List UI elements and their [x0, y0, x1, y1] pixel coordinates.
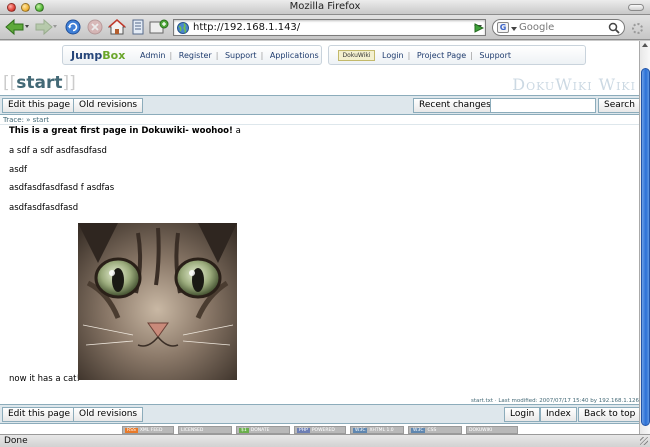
bottom-button-bar: Edit this page Old revisions Login Index… — [0, 404, 639, 424]
bookmarks-icon — [132, 19, 144, 35]
dokuwiki-badge[interactable]: DOKUWIKI — [466, 426, 518, 434]
dokuwiki-project-page-link[interactable]: Project Page — [417, 51, 466, 60]
wiki-search-button[interactable]: Search — [598, 98, 639, 113]
activity-throbber-icon — [632, 23, 643, 34]
url-text[interactable]: http://192.168.1.143/ — [193, 22, 300, 33]
search-engine-icon[interactable]: G — [497, 22, 509, 33]
jumpbox-logo[interactable]: JumpBox — [71, 49, 125, 62]
dokuwiki-nav: DokuWiki Login | Project Page | Support — [328, 45, 586, 65]
old-revisions-button[interactable]: Old revisions — [73, 98, 144, 113]
globe-icon — [177, 22, 189, 34]
forward-arrow-icon — [35, 18, 57, 36]
forward-button[interactable] — [33, 18, 59, 36]
cat-image[interactable] — [78, 223, 237, 380]
resize-grip-icon[interactable] — [640, 437, 648, 445]
wiki-title[interactable]: DokuWiki Wiki — [512, 75, 636, 94]
url-bar[interactable]: http://192.168.1.143/ — [173, 19, 486, 36]
stop-button[interactable] — [86, 18, 104, 36]
content-paragraph: This is a great first page in Dokuwiki- … — [9, 126, 241, 136]
back-button[interactable] — [3, 18, 31, 36]
toolbar-toggle-icon[interactable] — [628, 4, 644, 11]
dokuwiki-links: Login | Project Page | Support — [382, 51, 511, 60]
page-viewport: JumpBox Admin | Register | Support | Applic… — [0, 41, 639, 434]
wiki-search-input[interactable] — [490, 98, 596, 113]
recent-changes-button[interactable]: Recent changes — [413, 98, 497, 113]
page-title[interactable]: [[start]] — [3, 73, 76, 93]
license-badge[interactable]: LICENSED — [178, 426, 232, 434]
stop-icon — [87, 19, 103, 35]
bookmarks-button[interactable] — [131, 18, 145, 36]
navigation-toolbar: http://192.168.1.143/ G Google — [0, 15, 650, 40]
status-text: Done — [4, 436, 28, 446]
new-tab-button[interactable] — [149, 18, 169, 36]
jumpbox-nav: JumpBox Admin | Register | Support | Applic… — [62, 45, 322, 65]
vertical-scrollbar[interactable] — [639, 41, 650, 434]
donate-badge[interactable]: $1 DONATE — [236, 426, 290, 434]
web-search-box[interactable]: G Google — [492, 19, 625, 36]
home-icon — [108, 19, 126, 35]
jumpbox-links: Admin | Register | Support | Applications — [140, 51, 319, 60]
jumpbox-support-link[interactable]: Support — [225, 51, 257, 60]
old-revisions-button-bottom[interactable]: Old revisions — [73, 407, 144, 422]
search-engine-dropdown-icon[interactable] — [511, 27, 517, 31]
content-paragraph: a sdf a sdf asdfasdfasd — [9, 146, 107, 156]
window-title: Mozilla Firefox — [289, 1, 361, 12]
search-icon[interactable] — [608, 22, 620, 34]
footer-badges: RSS XML FEED LICENSED $1 DONATE PHP POWERED… — [0, 426, 639, 434]
breadcrumb[interactable]: Trace: » start — [3, 116, 49, 124]
top-button-bar: Edit this page Old revisions Recent chan… — [0, 95, 639, 115]
window-titlebar: Mozilla Firefox — [0, 0, 650, 15]
cat-photo-icon — [78, 223, 237, 380]
login-button[interactable]: Login — [504, 407, 541, 422]
xhtml-badge[interactable]: W3C XHTML 1.0 — [350, 426, 404, 434]
edit-page-button[interactable]: Edit this page — [2, 98, 77, 113]
jumpbox-register-link[interactable]: Register — [179, 51, 212, 60]
edit-page-button-bottom[interactable]: Edit this page — [2, 407, 77, 422]
css-badge[interactable]: W3C CSS — [408, 426, 462, 434]
back-arrow-icon — [5, 18, 29, 36]
reload-button[interactable] — [64, 18, 82, 36]
jumpbox-admin-link[interactable]: Admin — [140, 51, 166, 60]
status-bar: Done — [0, 434, 650, 447]
content-paragraph: asdfasdfasdfasd — [9, 203, 79, 213]
breadcrumb-divider — [0, 124, 639, 125]
new-tab-icon — [149, 19, 169, 34]
index-button[interactable]: Index — [540, 407, 577, 422]
go-arrow-icon — [474, 22, 484, 33]
back-to-top-button[interactable]: Back to top — [578, 407, 639, 422]
scrollbar-thumb[interactable] — [641, 68, 650, 426]
content-paragraph: asdf — [9, 165, 28, 175]
content-paragraph: now it has a cat! — [9, 374, 80, 384]
dokuwiki-login-link[interactable]: Login — [382, 51, 404, 60]
php-powered-badge[interactable]: PHP POWERED — [294, 426, 346, 434]
home-button[interactable] — [108, 18, 126, 36]
reload-icon — [65, 19, 81, 35]
dokuwiki-logo[interactable]: DokuWiki — [338, 50, 375, 61]
jumpbox-applications-link[interactable]: Applications — [270, 51, 319, 60]
dokuwiki-support-link[interactable]: Support — [479, 51, 511, 60]
rss-feed-badge[interactable]: RSS XML FEED — [122, 426, 174, 434]
search-placeholder[interactable]: Google — [519, 22, 554, 33]
go-button[interactable] — [472, 19, 486, 36]
content-paragraph: asdfasdfasdfasd f asdfas — [9, 183, 115, 193]
scroll-up-icon[interactable] — [642, 43, 648, 47]
